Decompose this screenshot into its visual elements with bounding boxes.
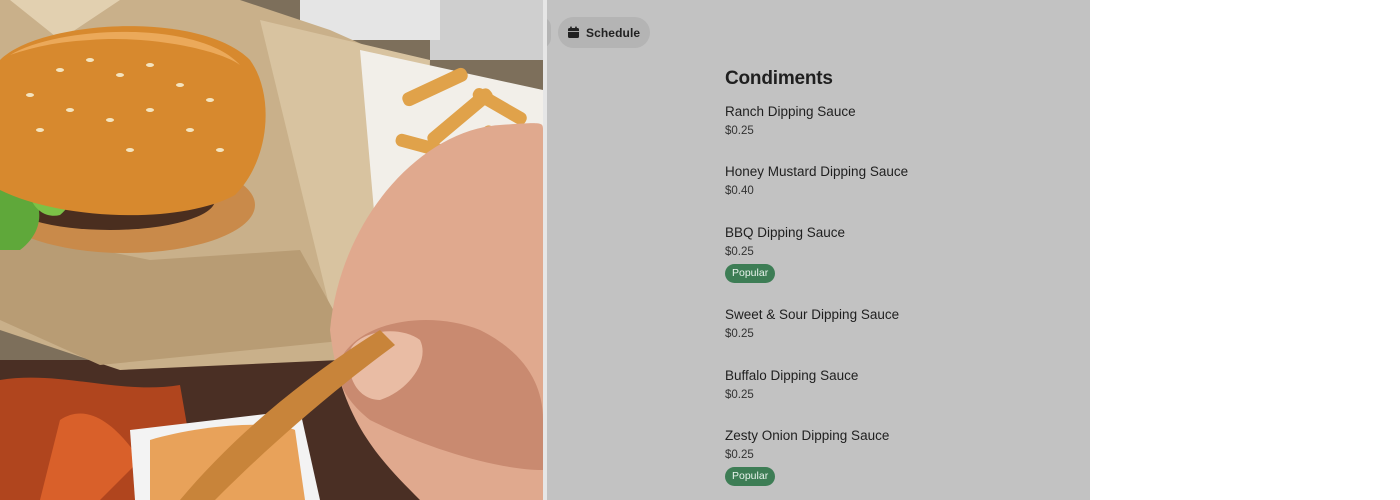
item-name: BBQ Dipping Sauce <box>725 225 846 240</box>
menu-item-ranch[interactable]: Ranch Dipping Sauce $0.25 <box>725 104 856 138</box>
blank-area <box>1090 0 1400 500</box>
item-price: $0.25 <box>725 246 754 258</box>
calendar-icon <box>567 26 580 39</box>
item-name: Zesty Onion Dipping Sauce <box>725 428 890 443</box>
item-name: Honey Mustard Dipping Sauce <box>725 164 909 179</box>
item-price: $0.25 <box>725 389 754 401</box>
menu-item-bbq[interactable]: BBQ Dipping Sauce $0.25 Popular <box>725 225 845 283</box>
menu-item-zesty-onion[interactable]: Zesty Onion Dipping Sauce $0.25 Popular <box>725 428 889 486</box>
food-photo <box>0 0 543 500</box>
menu-item-honey-mustard[interactable]: Honey Mustard Dipping Sauce $0.40 <box>725 164 908 198</box>
menu-item-buffalo[interactable]: Buffalo Dipping Sauce $0.25 <box>725 368 858 402</box>
schedule-button[interactable]: Schedule <box>558 17 650 48</box>
item-price: $0.25 <box>725 125 754 137</box>
menu-panel: Schedule Condiments Ranch Dipping Sauce … <box>547 0 1090 500</box>
schedule-label: Schedule <box>586 25 641 40</box>
popular-badge: Popular <box>725 264 776 283</box>
item-name: Ranch Dipping Sauce <box>725 104 856 119</box>
item-name: Sweet & Sour Dipping Sauce <box>725 307 900 322</box>
section-title: Condiments <box>725 68 833 89</box>
item-name: Buffalo Dipping Sauce <box>725 368 859 383</box>
previous-pill-button[interactable] <box>547 17 551 48</box>
item-price: $0.25 <box>725 328 754 340</box>
menu-item-sweet-sour[interactable]: Sweet & Sour Dipping Sauce $0.25 <box>725 307 899 341</box>
item-price: $0.40 <box>725 185 754 197</box>
popular-badge: Popular <box>725 467 776 486</box>
item-price: $0.25 <box>725 449 754 461</box>
